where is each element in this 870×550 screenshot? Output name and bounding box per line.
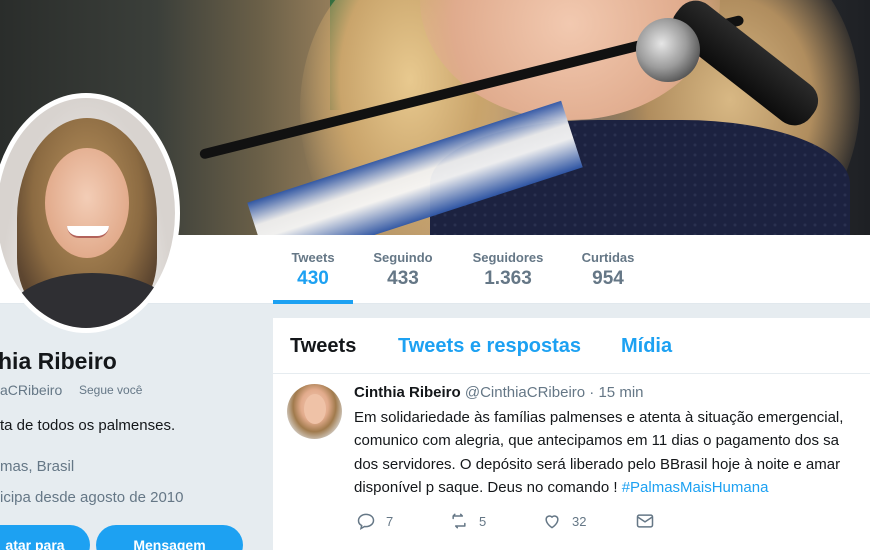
retweet-button[interactable]: 5 <box>449 511 486 531</box>
stat-label: Curtidas <box>581 250 635 265</box>
direct-message-button[interactable] <box>635 511 665 531</box>
reply-count: 7 <box>386 513 394 529</box>
profile-name[interactable]: hia Ribeiro <box>0 348 117 375</box>
tweet-avatar[interactable] <box>287 384 342 439</box>
tweet-line: dos servidores. O depósito será liberado… <box>354 455 841 473</box>
tweet[interactable]: Cinthia Ribeiro @CinthiaCRibeiro · 15 mi… <box>273 374 870 550</box>
tab-media[interactable]: Mídia <box>621 335 672 358</box>
tweet-author-handle[interactable]: @CinthiaCRibeiro <box>465 384 585 401</box>
tweet-line: comunico com alegria, que antecipamos em… <box>354 432 840 450</box>
tweet-line: disponível p saque. Deus no comando ! <box>354 478 618 496</box>
tweet-line: Em solidariedade às famílias palmenses e… <box>354 409 844 426</box>
tweet-header: Cinthia Ribeiro @CinthiaCRibeiro · 15 mi… <box>354 384 644 401</box>
like-count: 32 <box>572 513 587 529</box>
profile-location: mas, Brasil <box>0 458 75 475</box>
hashtag-link[interactable]: #PalmasMaisHumana <box>622 479 769 496</box>
stat-tweets[interactable]: Tweets 430 <box>288 250 338 290</box>
stat-likes[interactable]: Curtidas 954 <box>579 250 637 290</box>
stat-value: 1.363 <box>484 268 532 289</box>
envelope-icon <box>636 514 654 528</box>
timeline: Tweets Tweets e respostas Mídia Cinthia … <box>273 318 870 550</box>
tweet-to-button[interactable]: atar para <box>0 525 90 550</box>
stat-value: 433 <box>387 268 419 289</box>
like-button[interactable]: 32 <box>542 511 586 531</box>
heart-icon <box>545 515 559 529</box>
stat-value: 954 <box>592 268 624 289</box>
tweet-line-last: disponível p saque. Deus no comando ! #P… <box>354 476 870 499</box>
tweet-separator: · <box>589 384 595 401</box>
follows-you-badge: Segue você <box>79 383 143 397</box>
tab-tweets[interactable]: Tweets <box>290 335 356 358</box>
tweet-author-name[interactable]: Cinthia Ribeiro <box>354 384 461 401</box>
microphone-icon <box>636 18 700 82</box>
stat-followers[interactable]: Seguidores 1.363 <box>469 250 547 290</box>
tab-tweets-and-replies[interactable]: Tweets e respostas <box>398 335 581 358</box>
profile-joined-date: icipa desde agosto de 2010 <box>0 489 184 506</box>
active-stat-indicator <box>273 300 353 304</box>
tweet-timestamp[interactable]: 15 min <box>598 384 643 401</box>
message-button[interactable]: Mensagem <box>96 525 243 550</box>
timeline-tabs: Tweets Tweets e respostas Mídia <box>273 318 870 374</box>
reply-icon <box>357 513 375 530</box>
retweet-count: 5 <box>479 513 487 529</box>
stat-following[interactable]: Seguindo 433 <box>370 250 436 290</box>
tweet-text: Em solidariedade às famílias palmenses e… <box>354 406 870 499</box>
stat-label: Seguidores <box>472 250 544 265</box>
stat-value: 430 <box>297 268 329 289</box>
stat-label: Tweets <box>291 250 335 265</box>
profile-avatar[interactable] <box>0 93 180 333</box>
reply-button[interactable]: 7 <box>356 511 393 531</box>
retweet-icon <box>452 513 466 529</box>
stat-label: Seguindo <box>373 250 433 265</box>
profile-bio: ta de todos os palmenses. <box>0 417 176 434</box>
profile-handle[interactable]: aCRibeiro <box>0 382 62 398</box>
